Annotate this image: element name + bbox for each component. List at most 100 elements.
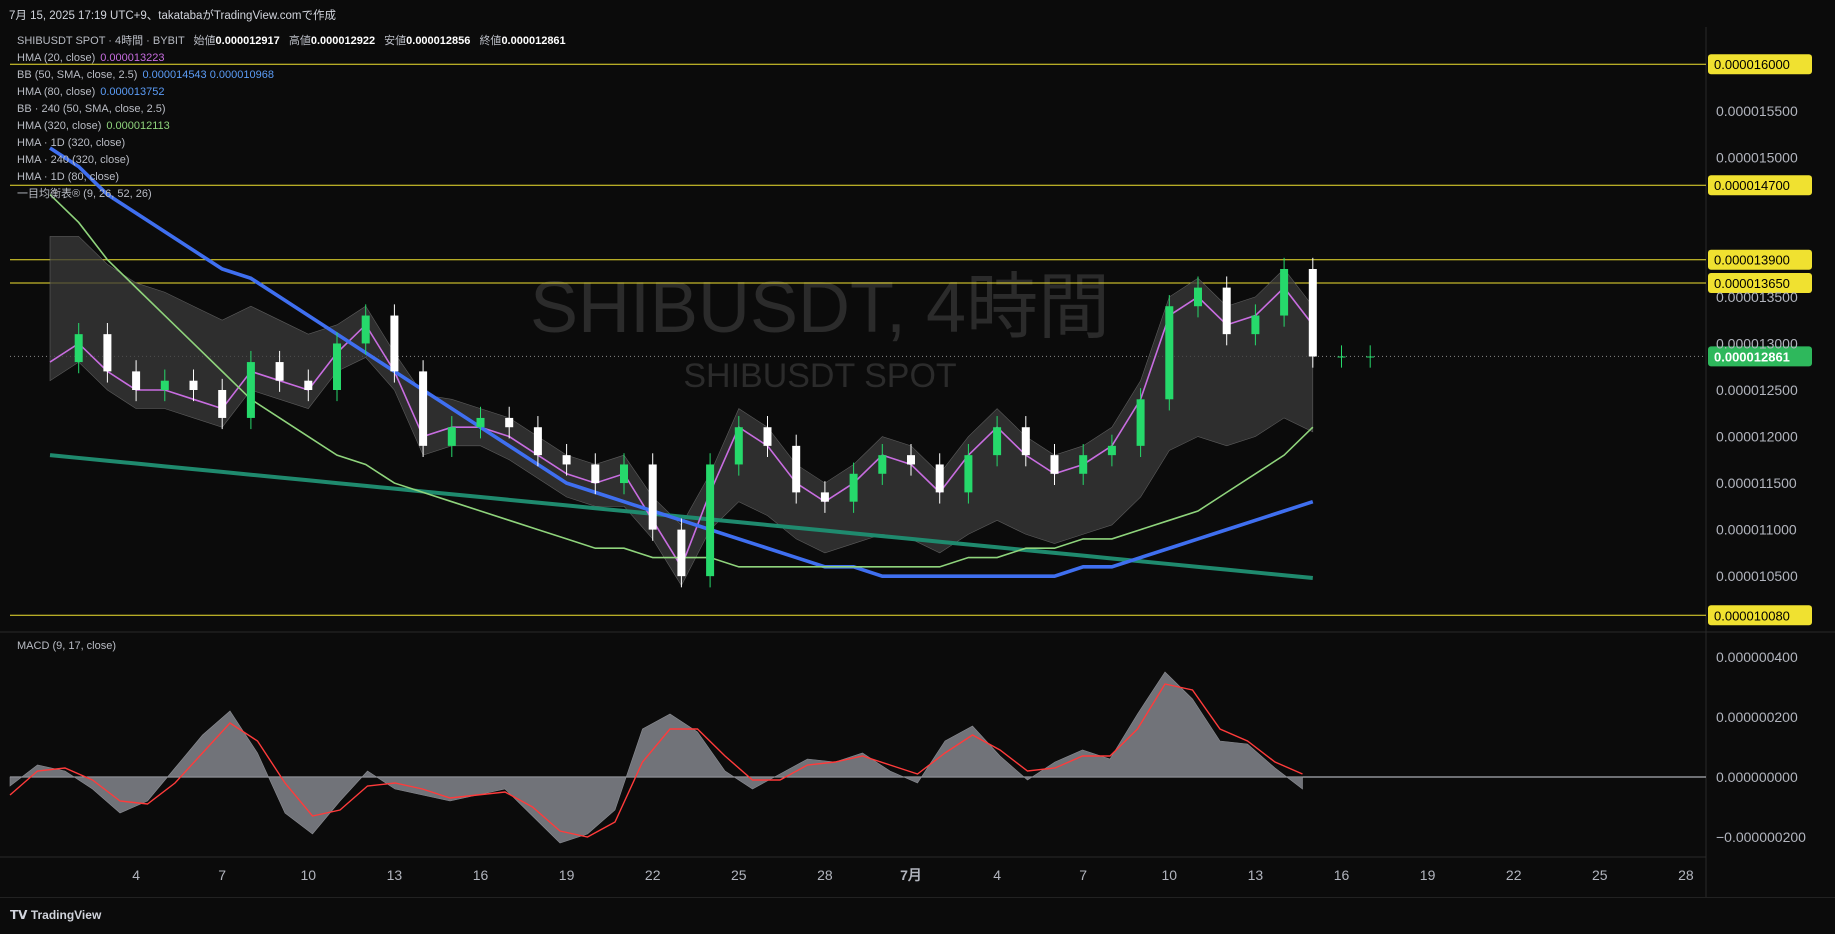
y-tick-label: 0.000013500 (1716, 289, 1798, 305)
legend-high-value: 0.000012922 (310, 35, 376, 47)
legend-indicator-label: HMA · 1D (320, close) (17, 137, 126, 149)
candle-body (907, 455, 915, 465)
candle-body (160, 380, 169, 390)
x-tick-label: 19 (1420, 867, 1436, 883)
x-tick-label: 13 (1248, 867, 1264, 883)
x-tick-label: 7 (218, 867, 226, 883)
y-tick-label: 0.000013000 (1716, 335, 1798, 351)
candle-body (706, 464, 715, 577)
candle-body (1107, 445, 1116, 456)
legend-indicator-row[interactable]: 一目均衡表® (9, 26, 52, 26) (17, 186, 566, 203)
candle-body (533, 427, 542, 456)
legend-indicator-label: HMA · 240 (320, close) (17, 154, 130, 166)
candle-body (1337, 356, 1346, 358)
legend-indicator-row[interactable]: HMA (80, close) 0.000013752 (17, 84, 566, 101)
legend-indicator-row[interactable]: HMA (320, close) 0.000012113 (17, 118, 566, 135)
candle-body (677, 529, 686, 577)
legend-indicator-row[interactable]: BB (50, SMA, close, 2.5) 0.000014543 0.00… (17, 67, 566, 84)
macd-y-tick-label: −0.000000200 (1716, 829, 1806, 845)
macd-y-tick-label: 0.000000000 (1716, 769, 1798, 785)
candle-body (304, 380, 313, 390)
tradingview-logo[interactable]: 𝗧𝗩 TradingView (10, 908, 101, 922)
legend-indicator-label: BB (50, SMA, close, 2.5) (17, 69, 138, 81)
candle-body (275, 362, 284, 381)
candle-body (246, 362, 255, 418)
candle-body (132, 371, 141, 390)
y-tick-label: 0.000015000 (1716, 149, 1798, 165)
x-tick-label: 7月 (900, 867, 922, 883)
candle-body (1222, 287, 1231, 335)
candle-body (390, 315, 399, 372)
x-tick-label: 4 (132, 867, 140, 883)
candle-body (648, 464, 657, 530)
legend-low-value: 0.000012856 (406, 35, 471, 47)
logo-icon: 𝗧𝗩 (10, 908, 31, 922)
candle-body (849, 473, 858, 502)
legend-symbol-row: SHIBUSDT SPOT · 4時間 · BYBIT 始値0.00001291… (17, 33, 566, 50)
legend-open-value: 0.000012917 (215, 35, 280, 47)
x-tick-label: 16 (473, 867, 489, 883)
candle-body (333, 343, 341, 390)
legend-open-label: 始値 (193, 35, 216, 47)
level-label: 0.000014700 (1714, 178, 1790, 193)
candle-body (1136, 399, 1145, 446)
watermark-subtitle: SHIBUSDT SPOT (683, 357, 956, 395)
logo-text: TradingView (30, 908, 102, 922)
candle-body (103, 334, 112, 372)
candle-body (820, 492, 829, 502)
candle-body (591, 464, 600, 484)
legend-close-value: 0.000012861 (501, 35, 566, 47)
x-tick-label: 4 (993, 867, 1001, 883)
candle-body (964, 455, 973, 493)
candle-body (993, 427, 1002, 456)
macd-label: MACD (9, 17, close) (17, 640, 117, 652)
y-tick-label: 0.000010500 (1716, 568, 1798, 584)
legend-indicator-row[interactable]: HMA (20, close) 0.000013223 (17, 50, 566, 67)
candle-body (1366, 356, 1375, 358)
legend-indicator-value: 0.000013752 (100, 86, 165, 98)
candle-body (935, 464, 944, 493)
watermark-title: SHIBUSDT, 4時間 (530, 268, 1110, 348)
candle-body (792, 445, 801, 493)
candle-body (476, 417, 485, 428)
candle-body (189, 380, 198, 390)
macd-y-tick-label: 0.000000400 (1716, 649, 1798, 665)
legend-indicator-value: 0.000014543 0.000010968 (142, 69, 274, 81)
candle-body (361, 315, 370, 344)
y-tick-label: 0.000011000 (1716, 522, 1797, 538)
level-label: 0.000013900 (1714, 253, 1790, 268)
candle-body (447, 427, 456, 446)
x-tick-label: 19 (559, 867, 575, 883)
candle-body (1165, 306, 1174, 400)
candle-body (878, 455, 887, 474)
y-tick-label: 0.000015500 (1716, 103, 1798, 119)
legend-indicator-row[interactable]: HMA · 240 (320, close) (17, 152, 566, 169)
legend-indicator-label: HMA (80, close) (17, 86, 96, 98)
x-tick-label: 22 (1506, 867, 1522, 883)
x-tick-label: 28 (1678, 867, 1694, 883)
candle-body (419, 371, 428, 446)
legend-close-label: 終値 (479, 35, 502, 47)
level-label: 0.000010080 (1714, 608, 1790, 623)
header-timestamp: 7月 15, 2025 17:19 UTC+9、takatabaがTrading… (9, 10, 336, 22)
legend-symbol: SHIBUSDT SPOT · 4時間 · BYBIT (17, 35, 185, 47)
last-price-label: 0.000012861 (1714, 349, 1790, 364)
header-bar: 7月 15, 2025 17:19 UTC+9、takatabaがTrading… (0, 0, 1835, 28)
legend-indicator-label: HMA · 1D (80, close) (17, 171, 120, 183)
x-tick-label: 16 (1334, 867, 1350, 883)
legend-indicator-label: HMA (20, close) (17, 52, 96, 64)
x-tick-label: 13 (387, 867, 403, 883)
legend-indicator-row[interactable]: BB · 240 (50, SMA, close, 2.5) (17, 101, 566, 118)
candle-body (1050, 455, 1059, 474)
candle-body (74, 334, 83, 363)
legend-high-label: 高値 (288, 35, 311, 47)
macd-y-tick-label: 0.000000200 (1716, 709, 1798, 725)
legend-indicator-row[interactable]: HMA · 1D (80, close) (17, 169, 566, 186)
candle-body (1280, 269, 1289, 316)
legend-indicator-row[interactable]: HMA · 1D (320, close) (17, 135, 566, 152)
legend-indicator-list: HMA (20, close) 0.000013223 BB (50, SMA, c… (17, 50, 566, 203)
x-tick-label: 25 (731, 867, 747, 883)
level-label: 0.000016000 (1714, 57, 1790, 72)
y-tick-label: 0.000011500 (1716, 475, 1797, 491)
legend-indicator-value: 0.000013223 (100, 52, 165, 64)
